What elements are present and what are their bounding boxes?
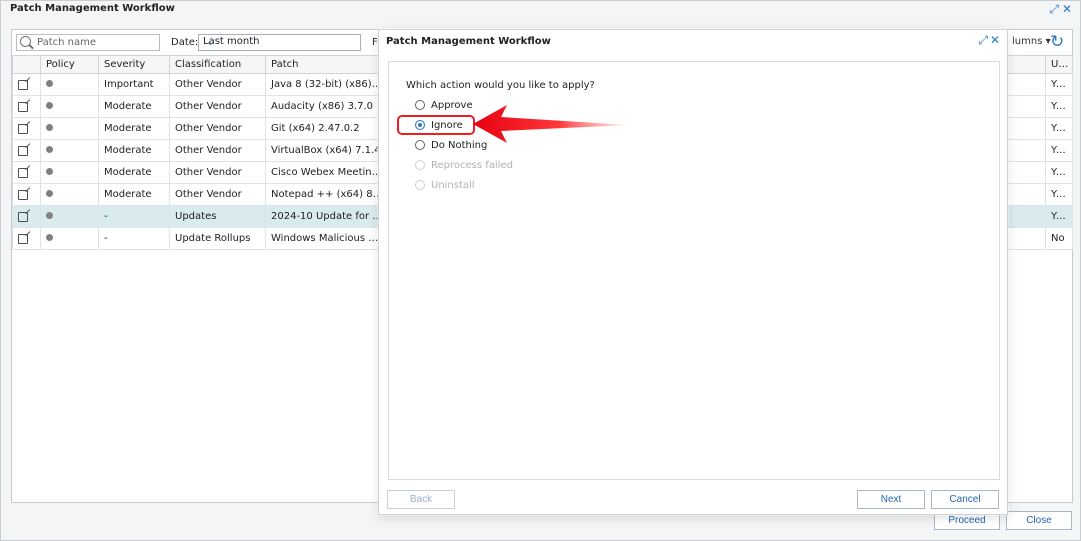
search-box[interactable] (16, 34, 160, 51)
column-header-uninstall[interactable]: Unins... (1045, 55, 1073, 74)
search-icon (20, 36, 31, 47)
back-button: Back (387, 490, 455, 509)
open-link-icon[interactable] (18, 168, 28, 178)
search-input[interactable] (35, 35, 157, 50)
option-approve[interactable]: Approve (415, 97, 473, 113)
expand-icon[interactable]: ⤢ (1049, 2, 1059, 17)
open-link-icon[interactable] (18, 80, 28, 90)
option-uninstall: Uninstall (415, 177, 475, 193)
date-select[interactable]: Last month ⌄ (198, 34, 361, 51)
columns-menu[interactable]: lumns ▾ (1012, 36, 1051, 47)
window-controls: ⤢ ✕ (1049, 2, 1072, 17)
open-link-icon[interactable] (18, 102, 28, 112)
policy-status-dot (46, 212, 53, 219)
open-link-icon[interactable] (18, 146, 28, 156)
column-header-policy[interactable]: Policy (40, 55, 99, 74)
radio-do-nothing-icon[interactable] (415, 140, 425, 150)
date-label: Date: (171, 37, 199, 48)
expand-icon[interactable]: ⤢ (978, 33, 988, 48)
policy-status-dot (46, 80, 53, 87)
close-button[interactable]: Close (1006, 511, 1072, 530)
open-link-icon[interactable] (18, 212, 28, 222)
open-link-icon[interactable] (18, 234, 28, 244)
next-button[interactable]: Next (857, 490, 925, 509)
close-icon[interactable]: ✕ (1062, 2, 1072, 17)
policy-status-dot (46, 234, 53, 241)
policy-status-dot (46, 190, 53, 197)
radio-reprocess-failed-icon (415, 160, 425, 170)
patch-management-window: Patch Management Workflow ⤢ ✕ Date: Last… (0, 0, 1081, 541)
chevron-down-icon[interactable]: ⌄ (203, 36, 218, 49)
option-ignore[interactable]: Ignore (415, 117, 463, 133)
open-link-icon[interactable] (18, 190, 28, 200)
column-header-open (12, 55, 41, 74)
policy-status-dot (46, 168, 53, 175)
radio-approve-icon[interactable] (415, 100, 425, 110)
option-reprocess-failed: Reprocess failed (415, 157, 513, 173)
window-title: Patch Management Workflow (10, 3, 175, 14)
dialog-title: Patch Management Workflow (386, 36, 551, 47)
action-question: Which action would you like to apply? (406, 80, 595, 91)
column-header-severity[interactable]: Severity (98, 55, 170, 74)
radio-ignore-icon[interactable] (415, 120, 425, 130)
refresh-icon[interactable]: ↻ (1050, 32, 1064, 52)
open-link-icon[interactable] (18, 124, 28, 134)
column-header-classification[interactable]: Classification (169, 55, 266, 74)
dialog-controls: ⤢ ✕ (978, 33, 1000, 48)
action-dialog: Patch Management Workflow ⤢ ✕ Which acti… (378, 29, 1008, 515)
radio-uninstall-icon (415, 180, 425, 190)
cancel-button[interactable]: Cancel (931, 490, 999, 509)
policy-status-dot (46, 102, 53, 109)
column-header-patch[interactable]: Patch (265, 55, 390, 74)
policy-status-dot (46, 124, 53, 131)
close-icon[interactable]: ✕ (990, 33, 1000, 48)
policy-status-dot (46, 146, 53, 153)
red-pointer-arrow-icon (473, 105, 628, 143)
